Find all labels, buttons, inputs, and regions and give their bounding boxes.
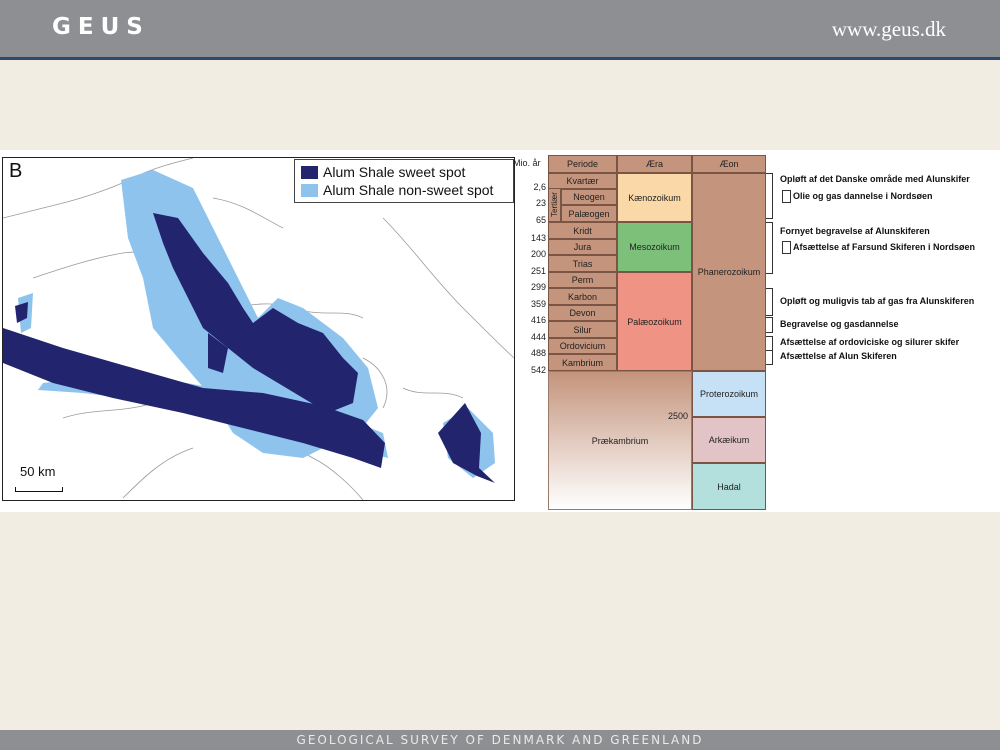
age-label: 2,6 <box>533 182 546 192</box>
legend-item-sweet-spot: Alum Shale sweet spot <box>301 164 465 182</box>
eon-header: Æon <box>692 155 766 173</box>
age-label: 200 <box>530 249 546 259</box>
non-sweet-spot-swatch <box>301 184 318 197</box>
age-label: 65 <box>535 215 546 225</box>
period-jura: Jura <box>548 239 617 255</box>
event-marker <box>782 190 791 203</box>
age-label: 359 <box>530 299 546 309</box>
event-label: Olie og gas dannelse i Nordsøen <box>793 191 933 201</box>
tertiary-label: Tertiær <box>548 188 561 222</box>
period-header: Periode <box>548 155 617 173</box>
age-label: 488 <box>530 348 546 358</box>
period-kambrium: Kambrium <box>548 354 617 371</box>
period-perm: Perm <box>548 272 617 288</box>
event-bracket <box>766 173 773 219</box>
period-silur: Silur <box>548 321 617 338</box>
event-bracket <box>766 317 773 333</box>
alum-shale-map: B Alum Shale sweet spot Alum Shale non-s… <box>2 157 515 501</box>
age-header: Mio. år <box>513 158 541 168</box>
era-kaenozoikum: Kænozoikum <box>617 173 692 222</box>
era-mesozoikum: Mesozoikum <box>617 222 692 272</box>
event-label: Begravelse og gasdannelse <box>780 319 899 329</box>
period-devon: Devon <box>548 305 617 321</box>
age-label: 542 <box>530 365 546 375</box>
geus-logo[interactable]: GEUS <box>52 14 150 40</box>
age-label: 251 <box>530 266 546 276</box>
age-label: 444 <box>530 332 546 342</box>
header-bar: GEUS www.geus.dk <box>0 0 1000 57</box>
eon-proterozoikum: Proterozoikum <box>692 371 766 417</box>
period-trias: Trias <box>548 255 617 272</box>
map-legend: Alum Shale sweet spot Alum Shale non-swe… <box>294 159 514 203</box>
precambrian-block: Prækambrium <box>548 371 692 510</box>
age-label: 143 <box>530 233 546 243</box>
event-bracket <box>766 350 773 365</box>
age-label: 23 <box>535 198 546 208</box>
event-label: Afsættelse af Alun Skiferen <box>780 351 897 361</box>
period-ordovicium: Ordovicium <box>548 338 617 354</box>
scale-label: 50 km <box>20 464 56 479</box>
event-bracket <box>766 336 773 351</box>
event-label: Afsættelse af ordoviciske og silurer ski… <box>780 337 960 347</box>
map-drawing <box>3 158 514 500</box>
header-divider <box>0 57 1000 60</box>
era-palaeozoikum: Palæozoikum <box>617 272 692 371</box>
event-bracket <box>766 288 773 316</box>
sweet-spot-swatch <box>301 166 318 179</box>
eon-phanerozoikum: Phanerozoikum <box>692 173 766 371</box>
age-label: 299 <box>530 282 546 292</box>
era-header: Æra <box>617 155 692 173</box>
age-label: 416 <box>530 315 546 325</box>
period-kvartaer: Kvartær <box>548 173 617 189</box>
event-marker <box>782 241 791 254</box>
period-karbon: Karbon <box>548 288 617 305</box>
period-palaeogen: Palæogen <box>561 205 617 222</box>
period-kridt: Kridt <box>548 222 617 239</box>
legend-label: Alum Shale sweet spot <box>323 164 466 180</box>
event-label: Opløft af det Danske område med Alunskif… <box>780 174 970 184</box>
age-label-2500: 2500 <box>667 411 688 421</box>
footer-bar: GEOLOGICAL SURVEY OF DENMARK AND GREENLA… <box>0 730 1000 750</box>
eon-hadal: Hadal <box>692 463 766 510</box>
event-label: Afsættelse af Farsund Skiferen i Nordsøe… <box>793 242 976 252</box>
scale-bar-line <box>15 487 63 492</box>
scale-bar: 50 km <box>15 464 63 492</box>
event-bracket <box>766 222 773 274</box>
period-neogen: Neogen <box>561 189 617 205</box>
website-url[interactable]: www.geus.dk <box>832 17 946 42</box>
legend-item-non-sweet-spot: Alum Shale non-sweet spot <box>301 182 493 200</box>
panel-label: B <box>9 160 23 182</box>
legend-label: Alum Shale non-sweet spot <box>323 182 494 198</box>
event-label: Opløft og muligvis tab af gas fra Alunsk… <box>780 296 975 306</box>
event-label: Fornyet begravelse af Alunskiferen <box>780 226 930 236</box>
eon-arkaeikum: Arkæikum <box>692 417 766 463</box>
